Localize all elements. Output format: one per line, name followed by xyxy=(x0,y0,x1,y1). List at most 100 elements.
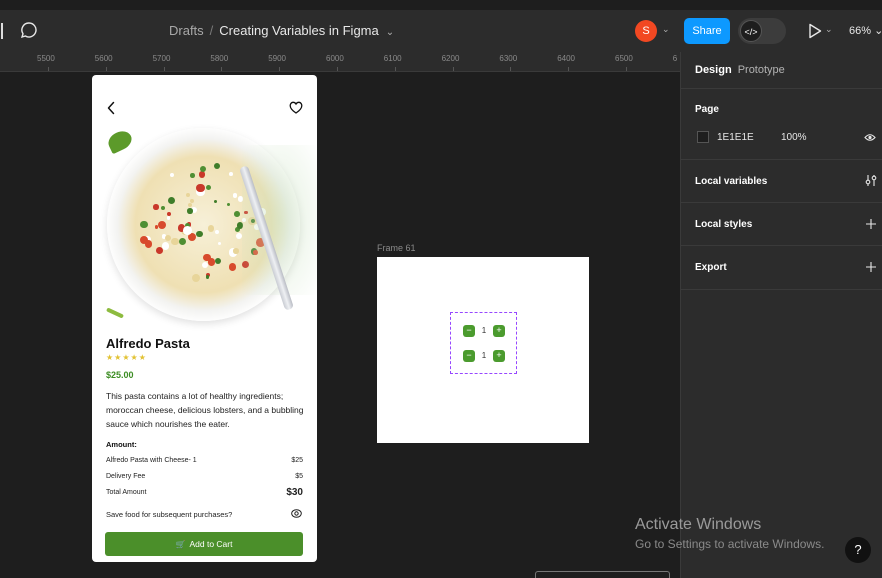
divider xyxy=(681,202,882,203)
line-item-label: Alfredo Pasta with Cheese- 1 xyxy=(106,457,197,464)
minus-icon[interactable]: − xyxy=(463,325,475,337)
stepper-value: 1 xyxy=(481,326,487,335)
ruler-tick-mark xyxy=(626,67,627,71)
line-item-value: $30 xyxy=(286,487,303,498)
heart-icon[interactable] xyxy=(289,101,303,114)
topping-dot xyxy=(213,200,217,204)
page-color-opacity[interactable]: 100% xyxy=(781,132,807,143)
section-page-title: Page xyxy=(695,104,719,115)
divider xyxy=(681,159,882,160)
stepper-value: 1 xyxy=(481,351,487,360)
frame-label[interactable]: Frame 61 xyxy=(377,243,416,253)
panel-tabs: Design Prototype xyxy=(695,64,785,76)
product-price: $25.00 xyxy=(106,370,134,380)
topping-dot xyxy=(196,183,205,193)
ruler-tick-mark xyxy=(279,67,281,71)
line-item-label: Delivery Fee xyxy=(106,473,146,480)
zoom-dropdown[interactable]: 66% ⌄ xyxy=(849,24,882,37)
ruler-tick-label: 5800 xyxy=(210,54,229,63)
dev-mode-toggle[interactable]: </> xyxy=(738,18,786,44)
page-color-hex[interactable]: 1E1E1E xyxy=(717,132,754,143)
topping-dot xyxy=(207,225,214,232)
ruler-tick-mark xyxy=(394,67,396,71)
topping-dot xyxy=(179,237,187,245)
divider xyxy=(681,88,882,89)
topping-dot xyxy=(167,196,176,205)
total-row: Total Amount $30 xyxy=(106,487,303,498)
watermark-subtitle: Go to Settings to activate Windows. xyxy=(635,537,825,551)
ruler-tick-label: 6300 xyxy=(499,54,518,63)
ruler-tick-label: 5600 xyxy=(94,54,113,63)
file-name[interactable]: Creating Variables in Figma xyxy=(219,23,378,38)
ruler-tick-mark xyxy=(48,67,49,71)
topping-dot xyxy=(232,193,237,198)
topping-dot xyxy=(189,199,194,204)
ruler-tick-mark xyxy=(510,67,512,71)
back-arrow-icon[interactable] xyxy=(106,101,116,115)
figma-window: Drafts / Creating Variables in Figma ⌄ S ⌄ … xyxy=(0,0,882,578)
ruler-tick-mark xyxy=(337,67,338,71)
ruler-tick-label: 6400 xyxy=(557,54,575,63)
topping-dot xyxy=(153,204,159,210)
chevron-down-icon[interactable]: ⌄ xyxy=(825,24,833,35)
quantity-stepper[interactable]: − 1 + xyxy=(463,350,505,362)
topping-dot xyxy=(167,216,171,220)
ruler-tick-mark xyxy=(105,67,107,71)
toolbar: Drafts / Creating Variables in Figma ⌄ S ⌄ … xyxy=(0,10,882,52)
topping-dot xyxy=(185,193,190,198)
topping-dot xyxy=(190,173,196,178)
frame-61[interactable]: − 1 + − 1 + xyxy=(377,257,589,443)
plus-icon[interactable]: + xyxy=(493,325,505,337)
topping-dot xyxy=(169,172,175,178)
topping-dot xyxy=(166,211,171,216)
breadcrumb: Drafts / Creating Variables in Figma ⌄ xyxy=(169,23,394,38)
help-icon[interactable]: ? xyxy=(845,537,871,563)
comment-icon[interactable] xyxy=(20,21,38,39)
plus-icon[interactable] xyxy=(866,219,876,229)
ruler-tick-label: 6100 xyxy=(383,54,402,63)
topping-dot xyxy=(235,233,242,239)
minus-icon[interactable]: − xyxy=(463,350,475,362)
page-color-swatch[interactable] xyxy=(697,131,709,143)
basil-leaf-image xyxy=(105,127,135,155)
topping-dot xyxy=(205,185,211,191)
breadcrumb-drafts[interactable]: Drafts xyxy=(169,23,204,38)
save-food-prompt: Save food for subsequent purchases? xyxy=(106,510,233,519)
add-to-cart-button[interactable]: 🛒 Add to Cart xyxy=(105,532,303,556)
eye-icon[interactable] xyxy=(291,509,302,518)
local-variables-label[interactable]: Local variables xyxy=(695,176,767,187)
plus-icon[interactable]: + xyxy=(493,350,505,362)
eye-icon[interactable] xyxy=(864,133,876,142)
ruler-tick-label: 6500 xyxy=(615,54,633,63)
topping-dot xyxy=(228,172,233,177)
basil-leaf-image xyxy=(105,307,125,319)
tab-design[interactable]: Design xyxy=(695,64,732,76)
chevron-down-icon[interactable]: ⌄ xyxy=(662,24,670,35)
line-item-value: $25 xyxy=(291,457,303,464)
plus-icon[interactable] xyxy=(866,262,876,272)
stepper-group-selection[interactable]: − 1 + − 1 + xyxy=(450,312,517,374)
line-item: Alfredo Pasta with Cheese- 1 $25 xyxy=(106,457,303,464)
quantity-stepper[interactable]: − 1 + xyxy=(463,325,505,337)
amount-label: Amount: xyxy=(106,440,137,449)
tab-prototype[interactable]: Prototype xyxy=(738,64,785,76)
topping-dot xyxy=(200,166,207,173)
export-label: Export xyxy=(695,262,727,273)
main-menu-edge[interactable] xyxy=(0,23,3,39)
play-icon[interactable] xyxy=(808,23,822,39)
windows-activation-watermark: Activate Windows Go to Settings to activ… xyxy=(635,516,824,551)
ruler-tick-mark xyxy=(568,67,570,71)
chevron-down-icon[interactable]: ⌄ xyxy=(386,27,394,38)
product-card-frame[interactable]: Alfredo Pasta ★★★★★ $25.00 This pasta co… xyxy=(92,75,317,562)
topping-dot xyxy=(226,203,230,207)
share-button[interactable]: Share xyxy=(684,18,730,44)
topping-dot xyxy=(144,240,152,248)
variables-icon[interactable] xyxy=(865,174,877,187)
cart-icon: 🛒 xyxy=(175,540,186,549)
code-icon: </> xyxy=(740,20,762,42)
avatar[interactable]: S xyxy=(635,20,657,42)
line-item-value: $5 xyxy=(295,473,303,480)
line-item: Delivery Fee $5 xyxy=(106,473,303,480)
bottom-toolbar-edge[interactable] xyxy=(535,571,670,578)
local-styles-label: Local styles xyxy=(695,219,753,230)
